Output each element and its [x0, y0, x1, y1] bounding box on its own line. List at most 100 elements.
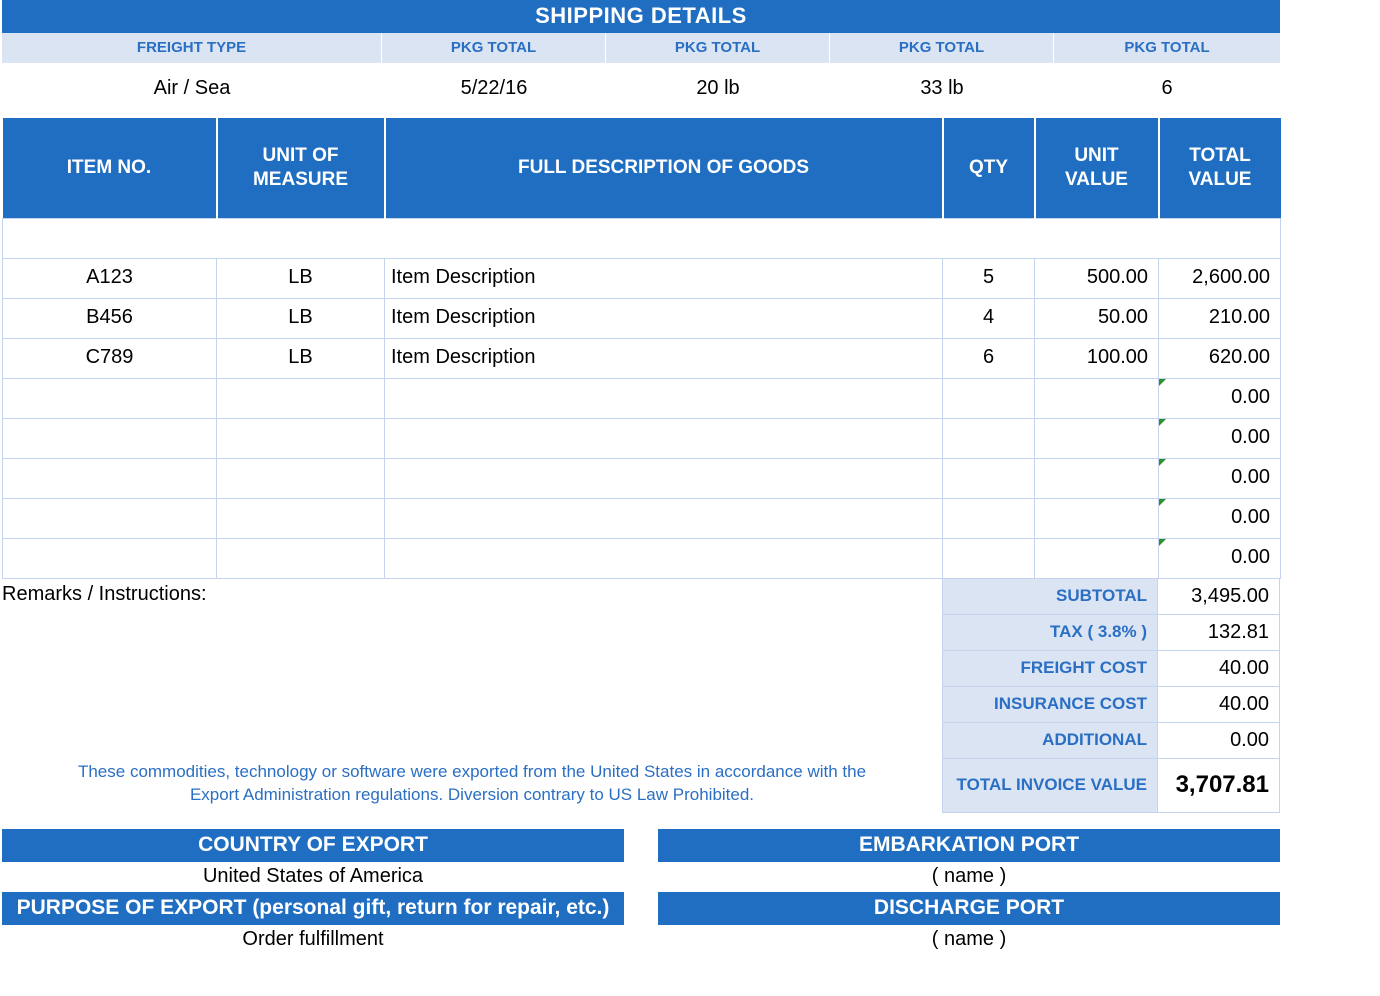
- embarkation-port-value[interactable]: ( name ): [658, 862, 1280, 892]
- ship-hdr-pkg-total-2: PKG TOTAL: [606, 33, 830, 63]
- cell-desc[interactable]: [385, 498, 943, 538]
- cell-item-no[interactable]: B456: [3, 298, 217, 338]
- tax-label: TAX ( 3.8% ): [942, 615, 1158, 651]
- subtotal-value: 3,495.00: [1158, 579, 1280, 615]
- table-row: 0.00: [3, 378, 1281, 418]
- table-row: 0.00: [3, 538, 1281, 578]
- table-row: C789 LB Item Description 6 100.00 620.00: [3, 338, 1281, 378]
- cell-qty[interactable]: 4: [943, 298, 1035, 338]
- country-of-export-value[interactable]: United States of America: [2, 862, 624, 892]
- remarks-label: Remarks / Instructions:: [2, 583, 207, 605]
- cell-desc[interactable]: [385, 458, 943, 498]
- cell-desc[interactable]: Item Description: [385, 298, 943, 338]
- cell-uom[interactable]: [217, 378, 385, 418]
- discharge-port-value[interactable]: ( name ): [658, 925, 1280, 955]
- cell-unit-value[interactable]: [1035, 498, 1159, 538]
- cell-total-value[interactable]: 0.00: [1159, 458, 1281, 498]
- cell-unit-value[interactable]: 500.00: [1035, 258, 1159, 298]
- purpose-of-export-value[interactable]: Order fulfillment: [2, 925, 624, 955]
- cell-total-value[interactable]: 0.00: [1159, 498, 1281, 538]
- cell-qty[interactable]: [943, 458, 1035, 498]
- cell-qty[interactable]: [943, 378, 1035, 418]
- ship-hdr-pkg-total-3: PKG TOTAL: [830, 33, 1054, 63]
- freight-cost-value: 40.00: [1158, 651, 1280, 687]
- ship-hdr-freight-type: FREIGHT TYPE: [2, 33, 382, 63]
- ship-hdr-pkg-total-4: PKG TOTAL: [1054, 33, 1280, 63]
- remarks-area[interactable]: Remarks / Instructions: These commoditie…: [2, 579, 942, 813]
- ship-val-pkg-total-1: 5/22/16: [382, 63, 606, 118]
- cell-qty[interactable]: 6: [943, 338, 1035, 378]
- cell-total-value[interactable]: 2,600.00: [1159, 258, 1281, 298]
- table-row: 0.00: [3, 498, 1281, 538]
- embarkation-port-label: EMBARKATION PORT: [658, 829, 1280, 862]
- subtotal-label: SUBTOTAL: [942, 579, 1158, 615]
- cell-desc[interactable]: Item Description: [385, 338, 943, 378]
- cell-uom[interactable]: LB: [217, 298, 385, 338]
- cell-uom[interactable]: [217, 498, 385, 538]
- cell-unit-value[interactable]: [1035, 418, 1159, 458]
- col-description: FULL DESCRIPTION OF GOODS: [385, 118, 943, 218]
- country-of-export-label: COUNTRY OF EXPORT: [2, 829, 624, 862]
- total-invoice-label: TOTAL INVOICE VALUE: [942, 759, 1158, 813]
- purpose-of-export-label: PURPOSE OF EXPORT (personal gift, return…: [2, 892, 624, 925]
- cell-qty[interactable]: [943, 418, 1035, 458]
- col-unit-value: UNIT VALUE: [1035, 118, 1159, 218]
- cell-item-no[interactable]: [3, 538, 217, 578]
- cell-uom[interactable]: [217, 418, 385, 458]
- cell-desc[interactable]: Item Description: [385, 258, 943, 298]
- table-row: 0.00: [3, 458, 1281, 498]
- col-qty: QTY: [943, 118, 1035, 218]
- cell-unit-value[interactable]: [1035, 538, 1159, 578]
- items-table: ITEM NO. UNIT OF MEASURE FULL DESCRIPTIO…: [2, 118, 1281, 579]
- cell-desc[interactable]: [385, 538, 943, 578]
- cell-item-no[interactable]: [3, 498, 217, 538]
- col-item-no: ITEM NO.: [3, 118, 217, 218]
- cell-item-no[interactable]: [3, 458, 217, 498]
- discharge-port-label: DISCHARGE PORT: [658, 892, 1280, 925]
- cell-item-no[interactable]: A123: [3, 258, 217, 298]
- ship-hdr-pkg-total-1: PKG TOTAL: [382, 33, 606, 63]
- cell-desc[interactable]: [385, 418, 943, 458]
- col-uom: UNIT OF MEASURE: [217, 118, 385, 218]
- cell-total-value[interactable]: 0.00: [1159, 418, 1281, 458]
- freight-cost-label: FREIGHT COST: [942, 651, 1158, 687]
- cell-item-no[interactable]: [3, 418, 217, 458]
- table-row: 0.00: [3, 418, 1281, 458]
- tax-value: 132.81: [1158, 615, 1280, 651]
- cell-total-value[interactable]: 0.00: [1159, 538, 1281, 578]
- shipping-value-row: Air / Sea 5/22/16 20 lb 33 lb 6: [2, 63, 1280, 118]
- export-disclaimer: These commodities, technology or softwar…: [2, 761, 942, 807]
- cell-qty[interactable]: 5: [943, 258, 1035, 298]
- cell-uom[interactable]: LB: [217, 258, 385, 298]
- cell-total-value[interactable]: 210.00: [1159, 298, 1281, 338]
- cell-desc[interactable]: [385, 378, 943, 418]
- cell-item-no[interactable]: C789: [3, 338, 217, 378]
- additional-value: 0.00: [1158, 723, 1280, 759]
- ship-val-pkg-total-4: 6: [1054, 63, 1280, 118]
- cell-unit-value[interactable]: [1035, 378, 1159, 418]
- table-row: A123 LB Item Description 5 500.00 2,600.…: [3, 258, 1281, 298]
- shipping-header-row: FREIGHT TYPE PKG TOTAL PKG TOTAL PKG TOT…: [2, 33, 1280, 63]
- cell-uom[interactable]: [217, 458, 385, 498]
- cell-qty[interactable]: [943, 538, 1035, 578]
- cell-uom[interactable]: LB: [217, 338, 385, 378]
- insurance-cost-value: 40.00: [1158, 687, 1280, 723]
- cell-total-value[interactable]: 0.00: [1159, 378, 1281, 418]
- total-invoice-value: 3,707.81: [1158, 759, 1280, 813]
- cell-unit-value[interactable]: 100.00: [1035, 338, 1159, 378]
- shipping-details-title: SHIPPING DETAILS: [2, 0, 1280, 33]
- col-total-value: TOTAL VALUE: [1159, 118, 1281, 218]
- cell-total-value[interactable]: 620.00: [1159, 338, 1281, 378]
- ship-val-pkg-total-3: 33 lb: [830, 63, 1054, 118]
- cell-item-no[interactable]: [3, 378, 217, 418]
- table-row: B456 LB Item Description 4 50.00 210.00: [3, 298, 1281, 338]
- ship-val-pkg-total-2: 20 lb: [606, 63, 830, 118]
- totals-section: SUBTOTAL3,495.00 TAX ( 3.8% )132.81 FREI…: [942, 579, 1280, 813]
- insurance-cost-label: INSURANCE COST: [942, 687, 1158, 723]
- cell-qty[interactable]: [943, 498, 1035, 538]
- cell-unit-value[interactable]: 50.00: [1035, 298, 1159, 338]
- cell-unit-value[interactable]: [1035, 458, 1159, 498]
- ship-val-freight-type: Air / Sea: [2, 63, 382, 118]
- additional-label: ADDITIONAL: [942, 723, 1158, 759]
- cell-uom[interactable]: [217, 538, 385, 578]
